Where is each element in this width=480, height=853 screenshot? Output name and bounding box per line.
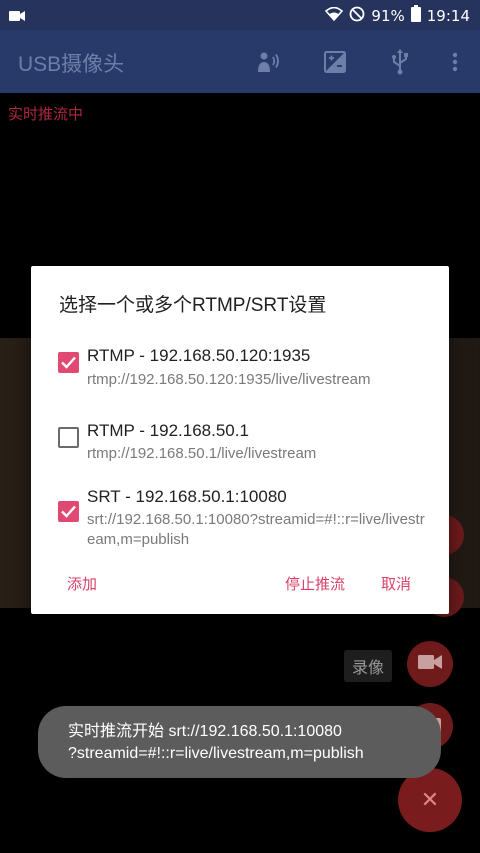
checkbox-unchecked[interactable] xyxy=(58,427,79,448)
app-title: USB摄像头 xyxy=(18,53,125,76)
close-icon: ✕ xyxy=(420,787,440,813)
status-bar: 91% 19:14 xyxy=(0,0,480,30)
add-button[interactable]: 添加 xyxy=(67,573,97,594)
dialog-title: 选择一个或多个RTMP/SRT设置 xyxy=(59,295,327,316)
video-camera-icon xyxy=(418,654,442,674)
option-item[interactable]: RTMP - 192.168.50.120:1935 rtmp://192.16… xyxy=(31,346,449,406)
clock: 19:14 xyxy=(426,7,470,25)
wifi-icon xyxy=(325,6,344,26)
more-vert-icon[interactable] xyxy=(439,46,471,78)
toast-line: ?streamid=#!::r=live/livestream,m=publis… xyxy=(68,745,364,762)
battery-percent: 91% xyxy=(371,7,405,25)
option-title: SRT - 192.168.50.1:10080 xyxy=(87,487,287,506)
rtmp-srt-dialog: 选择一个或多个RTMP/SRT设置 RTMP - 192.168.50.120:… xyxy=(31,266,449,614)
option-url: rtmp://192.168.50.1/live/livestream xyxy=(87,445,317,462)
usb-icon[interactable] xyxy=(384,46,416,78)
option-item[interactable]: SRT - 192.168.50.1:10080 srt://192.168.5… xyxy=(31,487,449,549)
record-label: 录像 xyxy=(344,650,393,682)
record-button[interactable] xyxy=(407,641,453,687)
option-item[interactable]: RTMP - 192.168.50.1 rtmp://192.168.50.1/… xyxy=(31,421,449,481)
option-title: RTMP - 192.168.50.120:1935 xyxy=(87,346,311,365)
voice-icon[interactable] xyxy=(252,46,284,78)
checkbox-checked[interactable] xyxy=(58,501,79,522)
option-url: rtmp://192.168.50.120:1935/live/livestre… xyxy=(87,371,371,388)
image-edit-icon[interactable] xyxy=(319,46,351,78)
cancel-button[interactable]: 取消 xyxy=(381,573,411,594)
video-camera-icon xyxy=(9,8,25,26)
toast-message: 实时推流开始 srt://192.168.50.1:10080 ?streami… xyxy=(38,706,441,778)
option-title: RTMP - 192.168.50.1 xyxy=(87,421,249,440)
battery-icon xyxy=(410,5,421,27)
checkbox-checked[interactable] xyxy=(58,352,79,373)
do-not-disturb-icon xyxy=(349,6,365,27)
option-url: srt://192.168.50.1:10080?streamid=#!::r=… xyxy=(87,511,425,548)
app-bar: USB摄像头 xyxy=(0,30,480,93)
stop-stream-button[interactable]: 停止推流 xyxy=(285,573,345,594)
toast-line: 实时推流开始 srt://192.168.50.1:10080 xyxy=(68,723,342,740)
stream-status-text: 实时推流中 xyxy=(8,105,84,123)
